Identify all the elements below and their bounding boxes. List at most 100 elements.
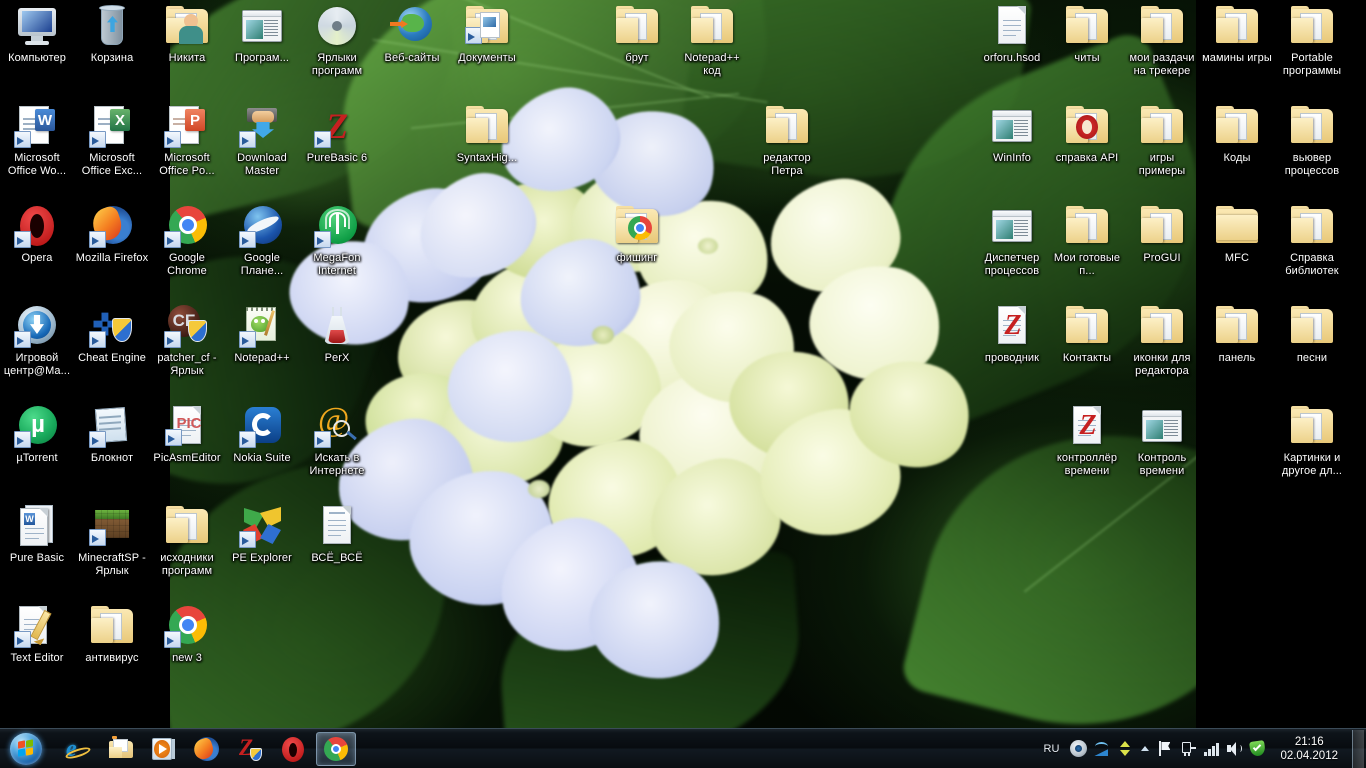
desktop-icon[interactable]: MFC (1200, 202, 1274, 265)
desktop-icon-label: patcher_cf - Ярлык (150, 352, 224, 377)
desktop-icon[interactable]: Nokia Suite (225, 402, 299, 465)
desktop-icon[interactable]: Никита (150, 2, 224, 65)
clock[interactable]: 21:16 02.04.2012 (1272, 735, 1346, 763)
desktop-icon-label: Компьютер (0, 52, 74, 65)
folder-icon (1288, 202, 1336, 250)
updown-arrows-icon[interactable] (1116, 740, 1133, 757)
desktop-icon[interactable]: Portable программы (1275, 2, 1349, 77)
desktop-icon[interactable]: Коды (1200, 102, 1274, 165)
desktop-icon[interactable]: ВСЁ_ВСЁ (300, 502, 374, 565)
antivirus-shield-icon[interactable] (1249, 740, 1266, 757)
taskbar-button-windows-explorer[interactable] (101, 732, 141, 766)
desktop-icon[interactable]: Справка библиотек (1275, 202, 1349, 277)
desktop-icon[interactable]: Mozilla Firefox (75, 202, 149, 265)
desktop-icon[interactable]: Диспетчер процессов (975, 202, 1049, 277)
globe-arrow-icon (388, 2, 436, 50)
desktop-icon[interactable]: Блокнот (75, 402, 149, 465)
taskbar-button-internet-explorer[interactable]: e (58, 732, 98, 766)
desktop-icon[interactable]: игры примеры (1125, 102, 1199, 177)
desktop-icon[interactable]: исходники программ (150, 502, 224, 577)
desktop-icon[interactable]: Игровой центр@Ma... (0, 302, 74, 377)
desktop-icon[interactable]: Opera (0, 202, 74, 265)
safely-remove-icon[interactable] (1180, 740, 1197, 757)
desktop-icon-label: Microsoft Office Po... (150, 152, 224, 177)
folder-icon (1288, 102, 1336, 150)
disc-burner-icon[interactable] (1070, 740, 1087, 757)
desktop-icon[interactable]: Компьютер (0, 2, 74, 65)
desktop-icon[interactable]: Корзина (75, 2, 149, 65)
desktop-icon[interactable]: Z проводник (975, 302, 1049, 365)
taskbar-button-windows-media-player[interactable] (144, 732, 184, 766)
desktop-icon[interactable]: PerX (300, 302, 374, 365)
desktop-icon[interactable]: PIC PicAsmEditor (150, 402, 224, 465)
show-desktop-button[interactable] (1352, 730, 1364, 768)
folder-icon (1138, 202, 1186, 250)
desktop-icon-label: Справка библиотек (1275, 252, 1349, 277)
desktop-icon-label: брут (600, 52, 674, 65)
desktop-icon[interactable]: WinInfo (975, 102, 1049, 165)
desktop-icon[interactable]: Документы (450, 2, 524, 65)
desktop-icon[interactable]: orforu.hsod (975, 2, 1049, 65)
search-web-icon: @ (313, 402, 361, 450)
taskbar-button-opera[interactable] (273, 732, 313, 766)
utorrent-icon: µ (13, 402, 61, 450)
desktop-icon[interactable]: X Microsoft Office Exc... (75, 102, 149, 177)
desktop-icon[interactable]: CF patcher_cf - Ярлык (150, 302, 224, 377)
desktop-icon[interactable]: песни (1275, 302, 1349, 365)
start-button[interactable] (0, 730, 52, 768)
desktop-icon[interactable]: Download Master (225, 102, 299, 177)
show-hidden-icons-icon[interactable] (1139, 740, 1151, 757)
desktop-icon[interactable]: SyntaxHig... (450, 102, 524, 165)
wifi-signal-icon[interactable] (1093, 740, 1110, 757)
network-bars-icon[interactable] (1203, 740, 1220, 757)
desktop-icon[interactable]: Веб-сайты (375, 2, 449, 65)
desktop-icon[interactable]: мамины игры (1200, 2, 1274, 65)
desktop[interactable]: Компьютер Корзина Никита Програм... Ярлы… (0, 0, 1366, 768)
desktop-icon[interactable]: Z контроллёр времени (1050, 402, 1124, 477)
volume-icon[interactable] (1226, 740, 1243, 757)
desktop-icon[interactable]: Z PureBasic 6 (300, 102, 374, 165)
desktop-icon[interactable]: Контакты (1050, 302, 1124, 365)
desktop-icon[interactable]: W Microsoft Office Wo... (0, 102, 74, 177)
desktop-icon[interactable]: редактор Петра (750, 102, 824, 177)
desktop-icon[interactable]: Контроль времени (1125, 402, 1199, 477)
desktop-icon[interactable]: Картинки и другое дл... (1275, 402, 1349, 477)
desktop-icon[interactable]: антивирус (75, 602, 149, 665)
taskbar-button-mozilla-firefox[interactable] (187, 732, 227, 766)
action-center-flag-icon[interactable] (1157, 740, 1174, 757)
desktop-icon[interactable]: Notepad++ код (675, 2, 749, 77)
desktop-icon[interactable]: иконки для редактора (1125, 302, 1199, 377)
system-tray[interactable]: RU (1039, 729, 1366, 768)
desktop-icon[interactable]: Мои готовые п... (1050, 202, 1124, 277)
desktop-icon[interactable]: Google Плане... (225, 202, 299, 277)
desktop-icon[interactable]: Програм... (225, 2, 299, 65)
desktop-icon[interactable]: Ярлыки программ (300, 2, 374, 77)
desktop-icon[interactable]: Text Editor (0, 602, 74, 665)
taskbar[interactable]: e Z (0, 728, 1366, 768)
desktop-icon[interactable]: вьювер процессов (1275, 102, 1349, 177)
desktop-icon[interactable]: справка API (1050, 102, 1124, 165)
desktop-icon[interactable]: панель (1200, 302, 1274, 365)
desktop-icon[interactable]: µ µTorrent (0, 402, 74, 465)
desktop-icon[interactable]: фишинг (600, 202, 674, 265)
desktop-icon[interactable]: ProGUI (1125, 202, 1199, 265)
desktop-icon[interactable]: читы (1050, 2, 1124, 65)
desktop-icon[interactable]: @ Искать в Интернете (300, 402, 374, 477)
desktop-icon[interactable]: W Pure Basic (0, 502, 74, 565)
desktop-icon[interactable]: MinecraftSP - Ярлык (75, 502, 149, 577)
desktop-icon[interactable]: мои раздачи на трекере (1125, 2, 1199, 77)
desktop-icon[interactable]: Notepad++ (225, 302, 299, 365)
desktop-icon[interactable]: MegaFon Internet (300, 202, 374, 277)
language-indicator[interactable]: RU (1039, 743, 1065, 755)
desktop-icon[interactable]: ✜ Cheat Engine (75, 302, 149, 365)
desktop-icon-label: Microsoft Office Wo... (0, 152, 74, 177)
desktop-icon[interactable]: брут (600, 2, 674, 65)
desktop-icon[interactable]: new 3 (150, 602, 224, 665)
taskbar-button-google-chrome[interactable] (316, 732, 356, 766)
taskbar-buttons[interactable]: e Z (58, 732, 356, 766)
taskbar-button-purebasic[interactable]: Z (230, 732, 270, 766)
picasm-icon: PIC (163, 402, 211, 450)
desktop-icon[interactable]: PE Explorer (225, 502, 299, 565)
desktop-icon[interactable]: Google Chrome (150, 202, 224, 277)
desktop-icon[interactable]: P Microsoft Office Po... (150, 102, 224, 177)
